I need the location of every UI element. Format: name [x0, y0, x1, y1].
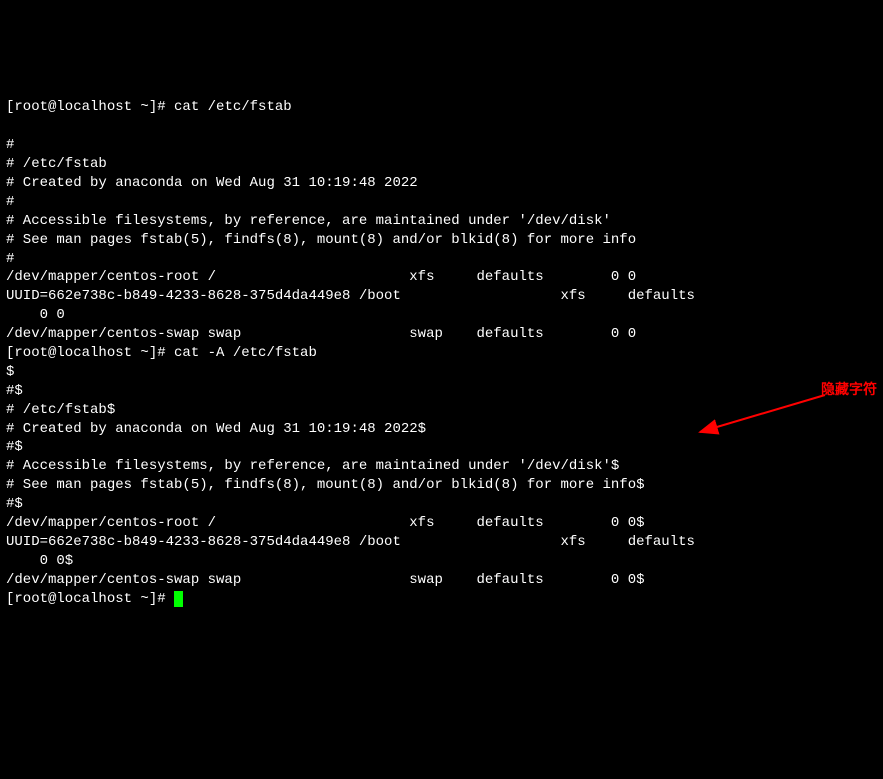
output-line: #$	[6, 496, 23, 512]
annotation-label: 隐藏字符	[821, 380, 877, 399]
output-line: # Accessible filesystems, by reference, …	[6, 458, 619, 474]
output-line: 0 0$	[6, 553, 73, 569]
output-line: UUID=662e738c-b849-4233-8628-375d4da449e…	[6, 534, 720, 550]
command: cat -A /etc/fstab	[174, 345, 317, 361]
output-line: # See man pages fstab(5), findfs(8), mou…	[6, 232, 636, 248]
output-line: # See man pages fstab(5), findfs(8), mou…	[6, 477, 645, 493]
shell-prompt: [root@localhost ~]#	[6, 99, 174, 115]
shell-prompt: [root@localhost ~]#	[6, 345, 174, 361]
output-line: #$	[6, 439, 23, 455]
output-line: #	[6, 194, 14, 210]
output-line: /dev/mapper/centos-root / xfs defaults 0…	[6, 515, 645, 531]
output-line: /dev/mapper/centos-swap swap swap defaul…	[6, 572, 645, 588]
output-line: /dev/mapper/centos-root / xfs defaults 0…	[6, 269, 636, 285]
output-line: # Created by anaconda on Wed Aug 31 10:1…	[6, 175, 418, 191]
terminal-output: [root@localhost ~]# cat /etc/fstab # # /…	[6, 80, 877, 609]
output-line: /dev/mapper/centos-swap swap swap defaul…	[6, 326, 636, 342]
output-line: # Accessible filesystems, by reference, …	[6, 213, 611, 229]
output-line: #	[6, 137, 14, 153]
output-line: #	[6, 251, 14, 267]
output-line: UUID=662e738c-b849-4233-8628-375d4da449e…	[6, 288, 720, 304]
command: cat /etc/fstab	[174, 99, 292, 115]
shell-prompt: [root@localhost ~]#	[6, 591, 174, 607]
output-line: # /etc/fstab	[6, 156, 107, 172]
output-line: 0 0	[6, 307, 65, 323]
output-line: #$	[6, 383, 23, 399]
output-line: # /etc/fstab$	[6, 402, 115, 418]
output-line: # Created by anaconda on Wed Aug 31 10:1…	[6, 421, 426, 437]
output-line: $	[6, 364, 14, 380]
cursor[interactable]	[174, 591, 183, 607]
